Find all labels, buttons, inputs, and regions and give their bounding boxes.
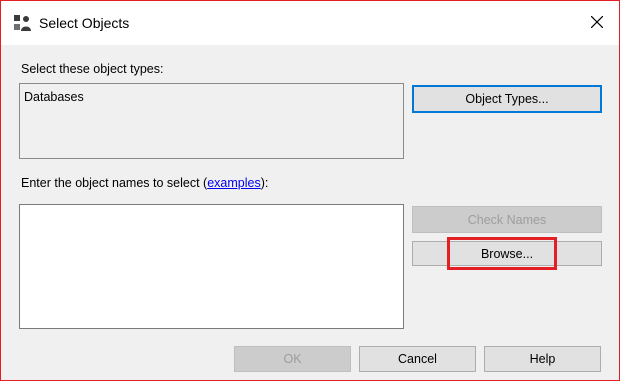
select-objects-icon (13, 14, 33, 32)
ok-button[interactable]: OK (234, 346, 351, 372)
close-icon (590, 15, 604, 31)
object-types-value: Databases (24, 90, 84, 104)
browse-button-label: Browse... (480, 246, 534, 261)
check-names-button-label: Check Names (467, 212, 547, 227)
object-types-button[interactable]: Object Types... (412, 85, 602, 113)
cancel-button[interactable]: Cancel (359, 346, 476, 372)
object-types-label: Select these object types: (21, 62, 164, 76)
check-names-button[interactable]: Check Names (412, 206, 602, 233)
examples-link[interactable]: examples (207, 176, 261, 190)
close-button[interactable] (581, 9, 613, 37)
title-bar: Select Objects (1, 1, 619, 45)
cancel-button-label: Cancel (398, 352, 437, 366)
window-title: Select Objects (39, 15, 130, 31)
help-button-label: Help (529, 352, 556, 366)
browse-button[interactable]: Browse... (412, 241, 602, 266)
object-types-field: Databases (19, 83, 404, 159)
ok-button-label: OK (283, 352, 302, 366)
object-names-label-suffix: ): (260, 176, 269, 190)
object-types-button-label: Object Types... (465, 92, 549, 106)
help-button[interactable]: Help (484, 346, 601, 372)
select-objects-dialog: Select Objects Select these object types… (0, 0, 620, 381)
object-names-input[interactable] (19, 204, 404, 329)
object-names-label-prefix: Enter the object names to select ( (21, 176, 208, 190)
object-names-label: Enter the object names to select (exampl… (21, 176, 268, 190)
